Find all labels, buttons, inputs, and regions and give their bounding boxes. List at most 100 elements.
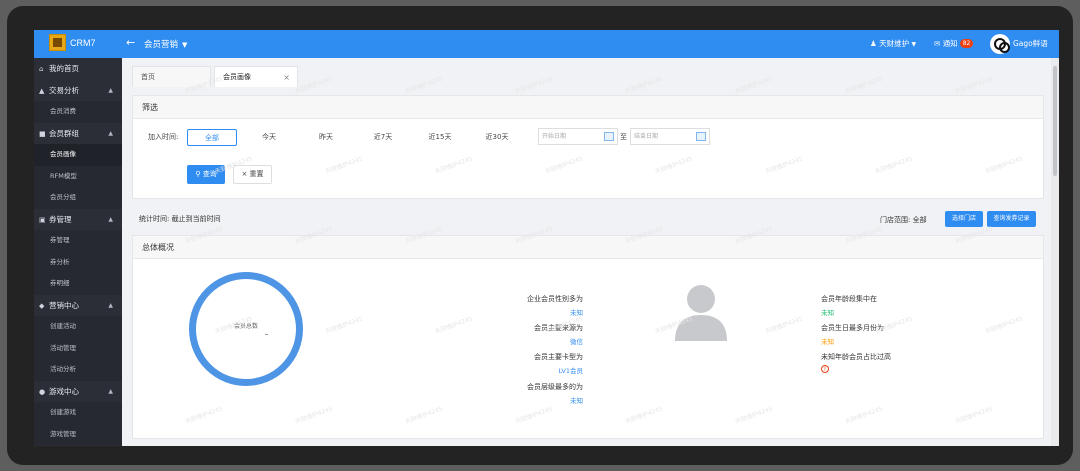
member-silhouette-icon: [675, 285, 727, 341]
sidebar-group-games[interactable]: ● 游戏中心 ▲: [34, 381, 122, 403]
calendar-icon: [604, 132, 614, 141]
sidebar-item-campaign-manage[interactable]: 活动管理: [34, 337, 122, 359]
device-frame: CRM7 ← 会员营销 ▼ ♟ 天财维护 ▼ ✉ 通知 82 Gago鲜语 ⌂ 我的首…: [7, 6, 1073, 465]
scrollbar-thumb[interactable]: [1053, 66, 1057, 176]
stat-gender: 企业会员性别多为 未知: [517, 294, 583, 317]
start-date-input[interactable]: 开始日期: [538, 128, 618, 145]
sidebar-item-coupon-analysis[interactable]: 券分析: [34, 251, 122, 273]
sidebar-item-game-manage[interactable]: 游戏管理: [34, 423, 122, 445]
reset-label: 重置: [249, 170, 264, 178]
user-icon: ♟: [870, 39, 877, 48]
stat-value: 未知: [570, 397, 583, 405]
sidebar-item-create-campaign[interactable]: 创建活动: [34, 316, 122, 338]
sidebar-item-campaign-analysis[interactable]: 活动分析: [34, 359, 122, 381]
sidebar-group-label: 券管理: [49, 214, 72, 224]
range-7days-button[interactable]: 近7天: [358, 129, 408, 146]
query-label: 查询: [202, 170, 217, 178]
sidebar-item-member-consumption[interactable]: 会员消费: [34, 101, 122, 123]
sidebar-item-create-game[interactable]: 创建游戏: [34, 402, 122, 424]
sidebar-item-member-grouping[interactable]: 会员分组: [34, 187, 122, 209]
date-range-separator: 至: [620, 133, 627, 141]
tab-label: 首页: [141, 73, 155, 81]
member-total-value-placeholder: [265, 334, 268, 335]
app-name: CRM7: [70, 38, 96, 48]
stat-value: 未知: [821, 309, 834, 317]
stat-value: 未知: [570, 309, 583, 317]
store-logo-avatar[interactable]: [990, 34, 1010, 54]
sidebar-group-trade-analysis[interactable]: ▲ 交易分析 ▲: [34, 80, 122, 102]
stat-card-type: 会员主要卡型为 LV1会员: [517, 352, 583, 375]
sidebar-item-rfm-model[interactable]: RFM模型: [34, 165, 122, 187]
range-today-button[interactable]: 今天: [244, 129, 294, 146]
sidebar-group-label: 会员群组: [49, 128, 79, 138]
notification-button[interactable]: ✉ 通知 82: [934, 38, 974, 49]
reset-button[interactable]: × 重置: [233, 165, 272, 184]
stat-unknown-age-warning: 未知年龄会员占比过高 !: [821, 352, 891, 373]
range-15days-button[interactable]: 近15天: [415, 129, 465, 146]
notification-label: 通知: [942, 39, 958, 48]
marketing-icon: ◆: [39, 301, 45, 310]
tab-home[interactable]: 首页: [132, 66, 211, 87]
join-time-label: 加入时间:: [148, 133, 179, 141]
stat-age-range: 会员年龄段集中在 未知: [821, 294, 877, 317]
stat-label: 会员层级最多的为: [527, 383, 583, 391]
sidebar-item-coupon-detail[interactable]: 券明细: [34, 273, 122, 295]
module-label: 会员营销: [144, 40, 179, 50]
warning-icon: !: [821, 365, 829, 373]
chevron-up-icon: ▲: [108, 86, 113, 94]
stat-time-text: 统计时间: 截止到当前时间: [139, 215, 221, 223]
close-icon: ×: [241, 170, 248, 178]
overview-panel: 总体概况 会员总数 企业会员性别多为 未知 会员主要来源为 微信 会员主要卡型为…: [132, 235, 1044, 439]
close-icon[interactable]: ×: [283, 67, 290, 88]
overview-panel-title: 总体概况: [133, 236, 1043, 259]
tab-member-portrait[interactable]: 会员画像 ×: [214, 66, 298, 87]
range-30days-button[interactable]: 近30天: [472, 129, 522, 146]
ticket-icon: ▣: [39, 215, 46, 224]
calendar-icon: [696, 132, 706, 141]
chart-icon: ▲: [39, 86, 45, 95]
stat-value: 微信: [570, 338, 583, 346]
sidebar: ⌂ 我的首页 ▲ 交易分析 ▲ 会员消费 ■ 会员群组 ▲ 会员画像 RFM模型 会员分组…: [34, 58, 122, 446]
sidebar-group-marketing[interactable]: ◆ 营销中心 ▲: [34, 295, 122, 317]
query-coupon-history-button[interactable]: 查询发券记录: [987, 211, 1036, 227]
stat-label: 未知年龄会员占比过高: [821, 353, 891, 361]
sidebar-item-coupon-manage[interactable]: 券管理: [34, 230, 122, 252]
sidebar-item-member-portrait[interactable]: 会员画像: [34, 144, 122, 166]
module-switcher[interactable]: 会员营销 ▼: [144, 38, 187, 50]
stat-source: 会员主要来源为 微信: [517, 323, 583, 346]
sidebar-group-label: 交易分析: [49, 85, 79, 95]
chevron-down-icon: ▼: [182, 41, 188, 49]
select-store-button[interactable]: 选择门店: [945, 211, 983, 227]
search-icon: ⚲: [195, 170, 201, 178]
stat-label: 会员生日最多月份为: [821, 324, 884, 332]
sidebar-group-label: 我的首页: [49, 64, 79, 73]
sidebar-group-label: 营销中心: [49, 300, 79, 310]
back-arrow-icon[interactable]: ←: [126, 36, 135, 49]
filter-panel-title: 筛选: [133, 96, 1043, 119]
end-date-placeholder: 结束日期: [634, 133, 659, 140]
tab-strip: 首页 会员画像 ×: [122, 58, 1059, 88]
member-total-ring: 会员总数: [189, 272, 303, 386]
range-yesterday-button[interactable]: 昨天: [301, 129, 351, 146]
group-icon: ■: [39, 129, 46, 138]
stat-value: 未知: [821, 338, 834, 346]
range-all-button[interactable]: 全部: [187, 129, 237, 146]
app-logo-icon[interactable]: [49, 34, 66, 51]
user-menu[interactable]: ♟ 天财维护 ▼: [870, 38, 916, 49]
chevron-up-icon: ▲: [108, 301, 113, 309]
end-date-input[interactable]: 结束日期: [630, 128, 710, 145]
sidebar-group-member-groups[interactable]: ■ 会员群组 ▲: [34, 123, 122, 145]
query-button[interactable]: ⚲ 查询: [187, 165, 225, 184]
stat-birthday-month: 会员生日最多月份为 未知: [821, 323, 884, 346]
stat-label: 企业会员性别多为: [527, 295, 583, 303]
store-name[interactable]: Gago鲜语: [1013, 38, 1048, 49]
sidebar-group-coupons[interactable]: ▣ 券管理 ▲: [34, 209, 122, 231]
chevron-down-icon: ▼: [911, 41, 917, 48]
sidebar-group-home[interactable]: ⌂ 我的首页: [34, 58, 122, 80]
message-icon: ✉: [934, 39, 941, 48]
sidebar-group-label: 游戏中心: [49, 386, 79, 396]
store-scope-text: 门店范围: 全部: [880, 216, 927, 224]
app-screen: CRM7 ← 会员营销 ▼ ♟ 天财维护 ▼ ✉ 通知 82 Gago鲜语 ⌂ 我的首…: [34, 30, 1059, 446]
start-date-placeholder: 开始日期: [542, 133, 567, 140]
page-scrollbar[interactable]: [1051, 58, 1059, 446]
